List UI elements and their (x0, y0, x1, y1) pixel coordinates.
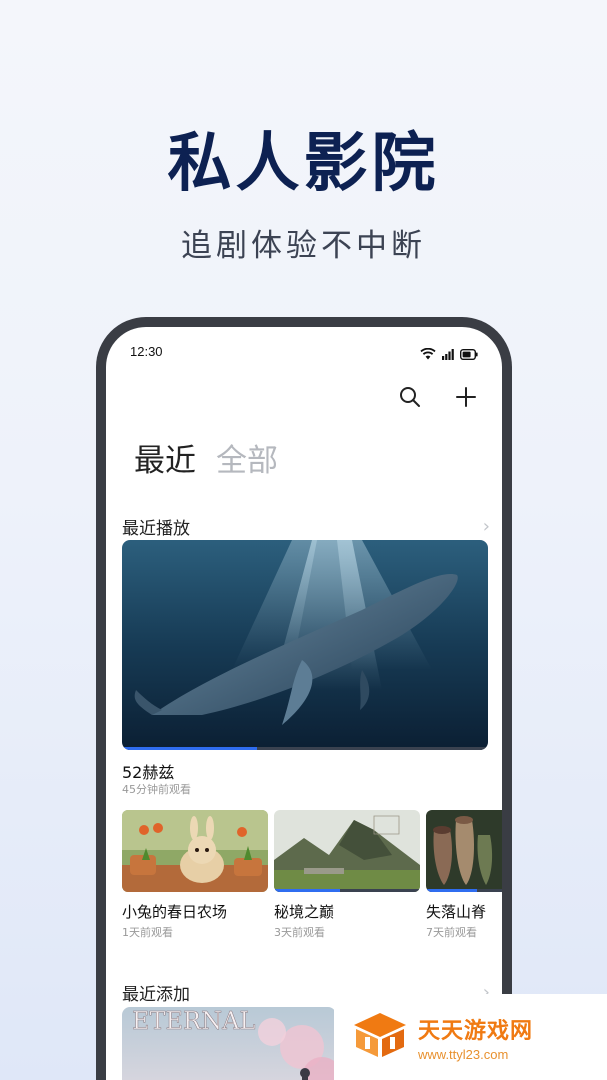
recent-item-card[interactable]: 小兔的春日农场 1天前观看 (122, 810, 268, 940)
watermark: 天天游戏网 www.ttyl23.com (334, 994, 607, 1080)
hero-title: 私人影院 (167, 127, 440, 201)
search-icon (399, 386, 421, 412)
watermark-name: 天天游戏网 (418, 1018, 534, 1044)
phone-mockup: 12:30 最近 全部 最近播放 › 52赫兹 45分钟前观看 小兔的春日农场 … (96, 317, 512, 1080)
section-title-recent-play: 最近播放 (122, 519, 190, 539)
search-button[interactable] (396, 385, 424, 413)
eternal-artwork: ETERNAL (122, 1007, 336, 1080)
recent-item-thumbnail[interactable] (122, 810, 268, 892)
recent-play-header[interactable]: 最近播放 › (122, 514, 490, 539)
section-title-recent-added: 最近添加 (122, 985, 190, 1005)
featured-progress-fill (122, 747, 258, 750)
mountain-artwork (274, 810, 420, 892)
recent-item-progress-fill (426, 889, 478, 892)
tab-all[interactable]: 全部 (216, 435, 278, 480)
recent-item-title: 失落山脊 (426, 903, 487, 921)
eternal-art-text: ETERNAL (132, 1007, 255, 1035)
status-time: 12:30 (130, 344, 163, 359)
chevron-right-icon: › (482, 516, 490, 537)
recent-added-thumbnail[interactable]: ETERNAL (122, 1007, 336, 1080)
whale-artwork (122, 540, 488, 750)
tab-recent[interactable]: 最近 (134, 435, 196, 480)
featured-meta: 45分钟前观看 (122, 783, 191, 796)
recent-item-title: 秘境之巅 (274, 903, 335, 921)
tab-bar: 最近 全部 (134, 435, 278, 480)
featured-video-thumbnail[interactable] (122, 540, 488, 750)
watermark-url: www.ttyl23.com (418, 1046, 509, 1062)
bunny-artwork (122, 810, 268, 892)
recent-item-progress-track (426, 889, 502, 892)
recent-item-meta: 7天前观看 (426, 926, 477, 939)
recent-item-progress-track (274, 889, 420, 892)
hero-subtitle: 追剧体验不中断 (181, 228, 426, 264)
status-bar: 12:30 (106, 327, 502, 377)
recent-item-thumbnail[interactable] (274, 810, 420, 892)
wifi-icon (420, 345, 436, 364)
recent-item-title: 小兔的春日农场 (122, 903, 228, 921)
plus-icon (455, 386, 477, 412)
recent-item-meta: 3天前观看 (274, 926, 325, 939)
battery-icon (459, 345, 478, 364)
recent-item-card[interactable]: 秘境之巅 3天前观看 (274, 810, 420, 940)
recent-item-thumbnail[interactable] (426, 810, 502, 892)
featured-progress-track (122, 747, 488, 750)
recent-item-meta: 1天前观看 (122, 926, 173, 939)
watermark-logo-icon (352, 1011, 408, 1063)
featured-title[interactable]: 52赫兹 (122, 759, 174, 783)
pitcher-plant-artwork (426, 810, 502, 892)
recent-item-progress-fill (274, 889, 340, 892)
add-button[interactable] (452, 385, 480, 413)
recent-item-card[interactable]: 失落山脊 7天前观看 (426, 810, 502, 940)
signal-icon (442, 345, 454, 364)
